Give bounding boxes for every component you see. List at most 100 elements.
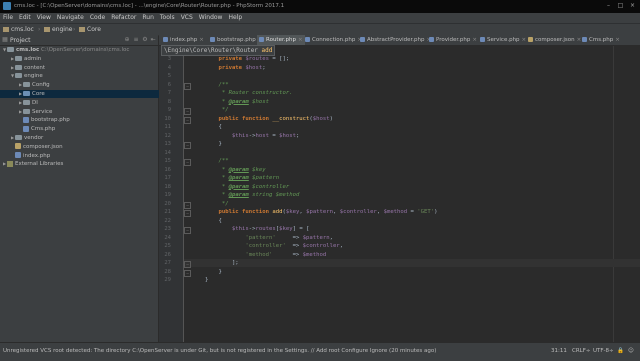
- maximize-icon[interactable]: □: [616, 2, 625, 10]
- fold-toggle-icon[interactable]: −: [184, 227, 191, 234]
- editor-tab[interactable]: index.php ×: [161, 35, 206, 45]
- sync-icon[interactable]: ⊕: [124, 37, 130, 43]
- code-token: $pattern: [302, 234, 330, 241]
- menu-run[interactable]: Run: [139, 13, 157, 23]
- code-token: *: [205, 166, 229, 173]
- line-number: 8: [167, 98, 171, 105]
- menu-file[interactable]: File: [0, 13, 16, 23]
- menu-refactor[interactable]: Refactor: [108, 13, 139, 23]
- editor-tab[interactable]: AbstractProvider.php×: [358, 35, 433, 45]
- fold-toggle-icon[interactable]: −: [184, 116, 191, 124]
- fold-toggle-icon[interactable]: −: [184, 269, 191, 277]
- inspector-icon[interactable]: ☺: [628, 348, 634, 354]
- editor-tab[interactable]: Cms.php ×: [580, 35, 622, 45]
- editor-tab-label: Service.php: [487, 37, 520, 43]
- code-line: ];: [205, 260, 239, 266]
- code-token: */: [205, 107, 229, 113]
- line-number: 20: [164, 200, 171, 207]
- fold-toggle-icon[interactable]: −: [184, 261, 191, 268]
- folder-icon: [23, 91, 30, 96]
- breadcrumb-item-engine[interactable]: engine: [44, 25, 72, 34]
- tree-item[interactable]: ▶ DI: [0, 99, 176, 107]
- editor-tab[interactable]: composer.json ×: [526, 35, 583, 45]
- code-token: @param: [228, 192, 249, 198]
- close-tab-icon[interactable]: ×: [298, 37, 303, 43]
- fold-toggle-icon[interactable]: −: [184, 159, 191, 166]
- code-line: public function add($key, $pattern, $con…: [205, 209, 437, 215]
- gear-icon[interactable]: ⚙: [142, 37, 148, 43]
- status-message[interactable]: Unregistered VCS root detected: The dire…: [3, 348, 436, 354]
- editor-tab[interactable]: bootstrap.php×: [208, 35, 264, 45]
- close-tab-icon[interactable]: ×: [199, 37, 204, 43]
- close-tab-icon[interactable]: ×: [615, 37, 620, 43]
- editor-tab[interactable]: Service.php ×: [478, 35, 528, 45]
- tree-item[interactable]: ▶ admin: [0, 55, 168, 63]
- tree-item[interactable]: bootstrap.php: [0, 116, 176, 124]
- code-token: * Router constructor.: [205, 90, 293, 96]
- lock-icon[interactable]: 🔒: [617, 348, 624, 354]
- hide-panel-icon[interactable]: ⇤: [150, 37, 156, 43]
- tree-item[interactable]: ▶ Config: [0, 81, 176, 89]
- code-line: {: [205, 217, 222, 224]
- editor-tab[interactable]: Connection.php×: [303, 35, 364, 45]
- editor-tab-label: Cms.php: [589, 37, 614, 43]
- menu-code[interactable]: Code: [87, 13, 108, 23]
- php-file-icon: [23, 125, 29, 132]
- minimize-icon[interactable]: –: [604, 2, 613, 10]
- tree-item[interactable]: ▶ Service: [0, 108, 176, 116]
- tree-item[interactable]: composer.json: [0, 143, 168, 151]
- editor-tab[interactable]: Provider.php ×: [427, 35, 479, 45]
- file-encoding[interactable]: UTF-8÷: [593, 348, 614, 354]
- tree-item[interactable]: Cms.php: [0, 125, 176, 133]
- collapse-all-icon[interactable]: ≡: [133, 37, 139, 43]
- tree-item[interactable]: ▼ cms.loc C:\OpenServer\domains\cms.loc: [0, 46, 160, 54]
- close-tab-icon[interactable]: ×: [472, 37, 477, 43]
- project-view-icon[interactable]: ▦: [2, 37, 8, 43]
- tree-item[interactable]: index.php: [0, 152, 168, 160]
- code-token: {: [205, 217, 222, 224]
- tree-item[interactable]: ▶ Core: [0, 90, 176, 98]
- breadcrumb-item-project[interactable]: cms.loc: [3, 25, 34, 34]
- code-token: private: [205, 64, 246, 71]
- code-editor[interactable]: 3 4 5 6 7 8 9 10 11 12 13 14 15 16 17 18 19 20 21 22 23 24 25 2…: [159, 45, 640, 342]
- menu-navigate[interactable]: Navigate: [54, 13, 87, 23]
- fold-toggle-icon[interactable]: −: [184, 210, 191, 217]
- menu-view[interactable]: View: [34, 13, 54, 23]
- code-token: ;: [295, 132, 300, 139]
- breadcrumb-item-core[interactable]: Core: [79, 25, 101, 34]
- line-separator[interactable]: CRLF÷: [572, 348, 591, 354]
- menu-tools[interactable]: Tools: [157, 13, 178, 23]
- editor-tab[interactable]: Router.php ×: [257, 35, 305, 45]
- code-line: * @param string $method: [205, 192, 300, 198]
- tree-item-label: bootstrap.php: [31, 117, 70, 124]
- menu-help[interactable]: Help: [225, 13, 245, 23]
- cursor-position[interactable]: 31:11: [551, 348, 567, 354]
- code-token: *: [205, 192, 229, 198]
- fold-toggle-icon[interactable]: −: [184, 142, 191, 149]
- tree-item[interactable]: ▶ vendor: [0, 134, 168, 142]
- php-file-icon: [305, 37, 310, 42]
- fold-toggle-icon[interactable]: −: [184, 108, 191, 115]
- tree-item[interactable]: ▼ engine: [0, 72, 168, 80]
- fold-toggle-icon[interactable]: −: [184, 201, 191, 209]
- menu-edit[interactable]: Edit: [16, 13, 34, 23]
- code-token: *: [205, 98, 229, 105]
- code-token: ->: [248, 226, 256, 232]
- menu-vcs[interactable]: VCS: [178, 13, 196, 23]
- folder-icon: [23, 99, 30, 105]
- code-token: string $method: [248, 192, 300, 198]
- code-line: 'method' => $method: [205, 252, 326, 258]
- code-line: $this->host = $host;: [205, 133, 299, 139]
- code-line: {: [205, 124, 221, 130]
- tree-item-label: DI: [32, 99, 38, 106]
- project-panel-label[interactable]: Project: [10, 36, 31, 45]
- tree-item[interactable]: ▶ content: [0, 64, 168, 72]
- line-number: 25: [164, 243, 171, 249]
- menu-window[interactable]: Window: [196, 13, 226, 23]
- fold-toggle-icon[interactable]: −: [184, 82, 191, 90]
- tree-item-label: index.php: [23, 152, 51, 159]
- close-icon[interactable]: ×: [628, 2, 637, 10]
- tree-item[interactable]: ▶ External Libraries: [0, 160, 160, 168]
- code-line: /**: [205, 158, 228, 164]
- code-token: $host: [312, 115, 330, 122]
